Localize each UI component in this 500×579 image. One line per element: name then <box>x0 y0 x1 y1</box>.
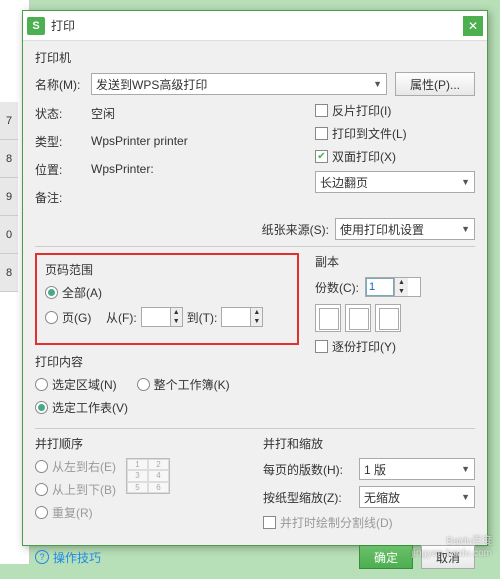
row-header[interactable]: 7 <box>0 102 18 140</box>
printer-name-select[interactable]: 发送到WPS高级打印 ▼ <box>91 73 387 95</box>
status-label: 状态: <box>35 105 91 122</box>
spin-up-icon[interactable]: ▲ <box>170 308 182 317</box>
order-preview-icon: 123456 <box>126 458 170 494</box>
spin-down-icon[interactable]: ▼ <box>394 287 408 296</box>
repeat-radio <box>35 506 48 519</box>
watermark: Baidu百度 jingyan.baidu.com <box>411 536 492 560</box>
all-pages-label: 全部(A) <box>62 284 102 301</box>
row-header[interactable]: 8 <box>0 140 18 178</box>
sheet-radio[interactable] <box>35 401 48 414</box>
comment-label: 备注: <box>35 189 91 206</box>
scale-label: 按纸型缩放(Z): <box>263 489 359 506</box>
selection-label: 选定区域(N) <box>52 376 117 393</box>
name-label: 名称(M): <box>35 76 91 93</box>
reverse-print-checkbox[interactable] <box>315 104 328 117</box>
zoom-title: 并打和缩放 <box>263 435 475 452</box>
collate-preview: 1 2 3 <box>315 304 475 332</box>
to-label: 到(T): <box>187 309 218 326</box>
divider <box>35 246 475 247</box>
type-label: 类型: <box>35 133 91 150</box>
flip-select[interactable]: 长边翻页 ▼ <box>315 171 475 193</box>
pages-per-sheet-select[interactable]: 1 版 ▼ <box>359 458 475 480</box>
print-content-title: 打印内容 <box>35 353 299 370</box>
copies-input[interactable] <box>366 278 394 296</box>
titlebar: S 打印 ✕ <box>23 11 487 41</box>
status-value: 空闲 <box>91 105 115 122</box>
duplex-checkbox[interactable]: ✔ <box>315 150 328 163</box>
to-input[interactable] <box>222 308 250 326</box>
reverse-print-label: 反片打印(I) <box>332 102 391 119</box>
selection-radio[interactable] <box>35 378 48 391</box>
row-header[interactable]: 9 <box>0 178 18 216</box>
properties-button[interactable]: 属性(P)... <box>395 72 475 96</box>
printer-section-title: 打印机 <box>35 49 475 66</box>
spin-down-icon[interactable]: ▼ <box>250 317 262 326</box>
page-stack-icon: 2 <box>345 304 371 332</box>
location-label: 位置: <box>35 161 91 178</box>
workbook-label: 整个工作簿(K) <box>154 376 230 393</box>
print-to-file-label: 打印到文件(L) <box>332 125 407 142</box>
row-header[interactable]: 8 <box>0 254 18 292</box>
ttb-radio <box>35 483 48 496</box>
paper-source-value: 使用打印机设置 <box>340 221 424 238</box>
chevron-down-icon: ▼ <box>461 464 470 474</box>
dialog-title: 打印 <box>51 17 463 34</box>
scale-select[interactable]: 无缩放 ▼ <box>359 486 475 508</box>
duplex-label: 双面打印(X) <box>332 148 396 165</box>
copies-title: 副本 <box>315 253 475 270</box>
chevron-down-icon: ▼ <box>461 177 470 187</box>
draw-lines-label: 并打时绘制分割线(D) <box>280 514 393 531</box>
spin-down-icon[interactable]: ▼ <box>170 317 182 326</box>
divider <box>35 428 475 429</box>
all-pages-radio[interactable] <box>45 286 58 299</box>
to-spinner[interactable]: ▲▼ <box>221 307 263 327</box>
spin-up-icon[interactable]: ▲ <box>394 278 408 287</box>
row-header[interactable]: 0 <box>0 216 18 254</box>
copies-spinner[interactable]: ▲▼ <box>365 277 421 297</box>
from-spinner[interactable]: ▲▼ <box>141 307 183 327</box>
chevron-down-icon: ▼ <box>373 79 382 89</box>
ltr-radio <box>35 460 48 473</box>
paper-source-select[interactable]: 使用打印机设置 ▼ <box>335 218 475 240</box>
close-button[interactable]: ✕ <box>463 16 483 36</box>
paper-source-label: 纸张来源(S): <box>262 221 329 238</box>
repeat-label: 重复(R) <box>52 504 93 521</box>
chevron-down-icon: ▼ <box>461 492 470 502</box>
ttb-label: 从上到下(B) <box>52 481 116 498</box>
ltr-label: 从左到右(E) <box>52 458 116 475</box>
spin-up-icon[interactable]: ▲ <box>250 308 262 317</box>
type-value: WpsPrinter printer <box>91 134 188 148</box>
sheet-label: 选定工作表(V) <box>52 399 128 416</box>
page-stack-icon: 3 <box>375 304 401 332</box>
chevron-down-icon: ▼ <box>461 224 470 234</box>
collate-checkbox[interactable] <box>315 340 328 353</box>
info-icon: ? <box>35 550 49 564</box>
pages-label: 页(G) <box>62 309 102 326</box>
flip-value: 长边翻页 <box>320 174 368 191</box>
location-value: WpsPrinter: <box>91 162 154 176</box>
page-stack-icon: 1 <box>315 304 341 332</box>
app-icon: S <box>27 17 45 35</box>
collate-label: 逐份打印(Y) <box>332 338 396 355</box>
ok-button[interactable]: 确定 <box>359 545 413 569</box>
pages-per-sheet-value: 1 版 <box>364 461 386 478</box>
scale-value: 无缩放 <box>364 489 400 506</box>
pages-per-sheet-label: 每页的版数(H): <box>263 461 359 478</box>
tips-label: 操作技巧 <box>53 549 101 566</box>
print-to-file-checkbox[interactable] <box>315 127 328 140</box>
tips-link[interactable]: ? 操作技巧 <box>35 549 101 566</box>
pages-radio[interactable] <box>45 311 58 324</box>
page-range-highlight: 页码范围 全部(A) 页(G) 从(F): ▲▼ 到(T): ▲▼ <box>35 253 299 345</box>
printer-name-value: 发送到WPS高级打印 <box>96 76 207 93</box>
copies-label: 份数(C): <box>315 279 359 296</box>
draw-lines-checkbox <box>263 516 276 529</box>
order-title: 并打顺序 <box>35 435 247 452</box>
from-label: 从(F): <box>106 309 137 326</box>
print-dialog: S 打印 ✕ 打印机 名称(M): 发送到WPS高级打印 ▼ 属性(P)... … <box>22 10 488 546</box>
from-input[interactable] <box>142 308 170 326</box>
page-range-title: 页码范围 <box>45 261 289 278</box>
workbook-radio[interactable] <box>137 378 150 391</box>
